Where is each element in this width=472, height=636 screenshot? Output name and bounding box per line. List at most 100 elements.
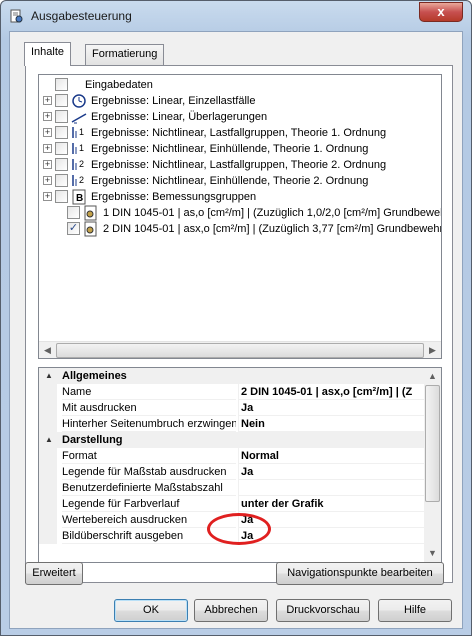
property-value[interactable]: Ja <box>238 400 425 416</box>
property-row[interactable]: Wertebereich ausdrucken Ja <box>39 512 425 528</box>
property-value[interactable] <box>238 480 425 496</box>
property-row[interactable]: Legende für Maßstab ausdrucken Ja <box>39 464 425 480</box>
expand-icon[interactable]: + <box>43 112 52 121</box>
property-value[interactable]: Normal <box>238 448 425 464</box>
scroll-down-icon[interactable]: ▼ <box>424 545 441 562</box>
property-value[interactable]: Ja <box>238 464 425 480</box>
tree-item[interactable]: +2 Ergebnisse: Nichtlinear, Lastfallgrupp… <box>39 157 441 173</box>
content-tree[interactable]: Eingabedaten + Ergebnisse: Linear, Einzell… <box>38 74 442 359</box>
property-category[interactable]: ▲ Allgemeines <box>39 368 425 384</box>
expand-icon[interactable]: + <box>43 128 52 137</box>
tree-item-checkbox[interactable] <box>55 174 68 187</box>
expand-icon[interactable]: + <box>43 176 52 185</box>
property-name: Legende für Farbverlauf <box>62 496 236 512</box>
tree-item[interactable]: + Ergebnisse: Linear, Überlagerungen <box>39 109 441 125</box>
tree-item-checkbox[interactable] <box>55 142 68 155</box>
property-row[interactable]: Name 2 DIN 1045-01 | asx,o [cm²/m] | (Z <box>39 384 425 400</box>
tree-item-checkbox[interactable]: ✓ <box>67 222 80 235</box>
reinforcement-doc-icon <box>84 205 97 221</box>
tree-item-label: Ergebnisse: Nichtlinear, Einhüllende, Th… <box>91 143 369 155</box>
collapse-category-icon[interactable]: ▲ <box>45 432 53 448</box>
property-name: Legende für Maßstab ausdrucken <box>62 464 236 480</box>
property-grid[interactable]: ▲ ▼ ▲ Allgemeines Name 2 DIN 1045-01 | asx,… <box>38 367 442 563</box>
svg-text:1: 1 <box>79 143 84 153</box>
ok-button[interactable]: OK <box>114 599 188 622</box>
scroll-left-icon[interactable]: ◀ <box>39 342 56 358</box>
tree-item-label: 2 DIN 1045-01 | asx,o [cm²/m] | (Zuzügli… <box>103 223 442 235</box>
property-category-label: Darstellung <box>62 434 123 446</box>
scroll-up-icon[interactable]: ▲ <box>424 368 441 385</box>
property-value[interactable]: unter der Grafik <box>238 496 425 512</box>
property-gutter <box>39 512 57 528</box>
property-row[interactable]: Mit ausdrucken Ja <box>39 400 425 416</box>
collapse-category-icon[interactable]: ▲ <box>45 368 53 384</box>
clock-results-icon <box>72 94 86 108</box>
expand-icon[interactable]: + <box>43 96 52 105</box>
property-gutter <box>39 448 57 464</box>
property-value[interactable]: Nein <box>238 416 425 432</box>
tab-formatierung[interactable]: Formatierung <box>85 44 165 65</box>
tree-item-checkbox[interactable] <box>67 206 80 219</box>
tree-item-checkbox[interactable] <box>55 78 68 91</box>
window-title: Ausgabesteuerung <box>31 9 132 23</box>
nonlinear-1-icon: 1 <box>72 127 84 138</box>
property-row[interactable]: Legende für Farbverlauf unter der Grafik <box>39 496 425 512</box>
property-row[interactable]: Benutzerdefinierte Maßstabszahl <box>39 480 425 496</box>
abbrechen-button[interactable]: Abbrechen <box>194 599 268 622</box>
property-row[interactable]: Bildüberschrift ausgeben Ja <box>39 528 425 544</box>
tree-item[interactable]: 1 DIN 1045-01 | as,o [cm²/m] | (Zuzüglic… <box>39 205 441 221</box>
property-name: Bildüberschrift ausgeben <box>62 528 236 544</box>
tree-item-checkbox[interactable] <box>55 126 68 139</box>
property-vertical-scrollbar[interactable]: ▲ ▼ <box>424 368 441 562</box>
druckvorschau-button[interactable]: Druckvorschau <box>276 599 370 622</box>
tree-item[interactable]: +1 Ergebnisse: Nichtlinear, Lastfallgrupp… <box>39 125 441 141</box>
property-value[interactable]: Ja <box>238 512 425 528</box>
close-icon: x <box>437 4 445 19</box>
tree-item[interactable]: + Ergebnisse: Linear, Einzellastfälle <box>39 93 441 109</box>
property-gutter <box>39 480 57 496</box>
tree-item[interactable]: +1 Ergebnisse: Nichtlinear, Einhüllende, … <box>39 141 441 157</box>
property-row[interactable]: Hinterher Seitenumbruch erzwingen Nein <box>39 416 425 432</box>
svg-text:2: 2 <box>79 175 84 185</box>
vertical-scroll-thumb[interactable] <box>425 385 440 502</box>
property-row[interactable]: Format Normal <box>39 448 425 464</box>
envelope-1-icon: 1 <box>72 143 84 154</box>
svg-text:B: B <box>76 193 83 204</box>
expand-icon[interactable]: + <box>43 144 52 153</box>
hilfe-button[interactable]: Hilfe <box>378 599 452 622</box>
tree-item[interactable]: +2 Ergebnisse: Nichtlinear, Einhüllende, … <box>39 173 441 189</box>
tree-item-label: Ergebnisse: Bemessungsgruppen <box>91 191 257 203</box>
property-category[interactable]: ▲ Darstellung <box>39 432 425 448</box>
property-gutter <box>39 464 57 480</box>
tree-item-checkbox[interactable] <box>55 190 68 203</box>
tab-inhalte[interactable]: Inhalte <box>24 42 72 66</box>
tree-item-checkbox[interactable] <box>55 158 68 171</box>
tree-item-checkbox[interactable] <box>55 110 68 123</box>
property-value[interactable]: Ja <box>238 528 425 544</box>
tree-horizontal-scrollbar[interactable]: ◀ ▶ <box>39 341 441 358</box>
tree-item-label: Ergebnisse: Nichtlinear, Lastfallgruppen… <box>91 159 387 171</box>
tree-item[interactable]: ✓ 2 DIN 1045-01 | asx,o [cm²/m] | (Zuzügl… <box>39 221 441 237</box>
expand-icon[interactable]: + <box>43 160 52 169</box>
property-name: Name <box>62 384 236 400</box>
expand-icon[interactable]: + <box>43 192 52 201</box>
tree-item[interactable]: + B Ergebnisse: Bemessungsgruppen <box>39 189 441 205</box>
property-gutter <box>39 400 57 416</box>
tree-item-checkbox[interactable] <box>55 94 68 107</box>
tree-item[interactable]: Eingabedaten <box>39 77 441 93</box>
erweitert-button[interactable]: Erweitert <box>25 562 83 585</box>
linear-overlay-icon <box>71 113 87 124</box>
scroll-right-icon[interactable]: ▶ <box>424 342 441 358</box>
property-value[interactable]: 2 DIN 1045-01 | asx,o [cm²/m] | (Z <box>238 384 425 400</box>
close-button[interactable]: x <box>419 2 463 22</box>
title-bar[interactable]: Ausgabesteuerung x <box>1 1 471 31</box>
property-gutter <box>39 416 57 432</box>
property-gutter <box>39 496 57 512</box>
tree-item-label: Ergebnisse: Linear, Einzellastfälle <box>91 95 256 107</box>
dialog-window: Ausgabesteuerung x Formatierung Inhalte … <box>0 0 472 636</box>
horizontal-scroll-thumb[interactable] <box>56 343 424 358</box>
tree-item-label: 1 DIN 1045-01 | as,o [cm²/m] | (Zuzüglic… <box>103 207 442 219</box>
tree-item-label: Ergebnisse: Nichtlinear, Einhüllende, Th… <box>91 175 369 187</box>
tree-item-label: Ergebnisse: Nichtlinear, Lastfallgruppen… <box>91 127 387 139</box>
navigationspunkte-bearbeiten-button[interactable]: Navigationspunkte bearbeiten <box>276 562 444 585</box>
